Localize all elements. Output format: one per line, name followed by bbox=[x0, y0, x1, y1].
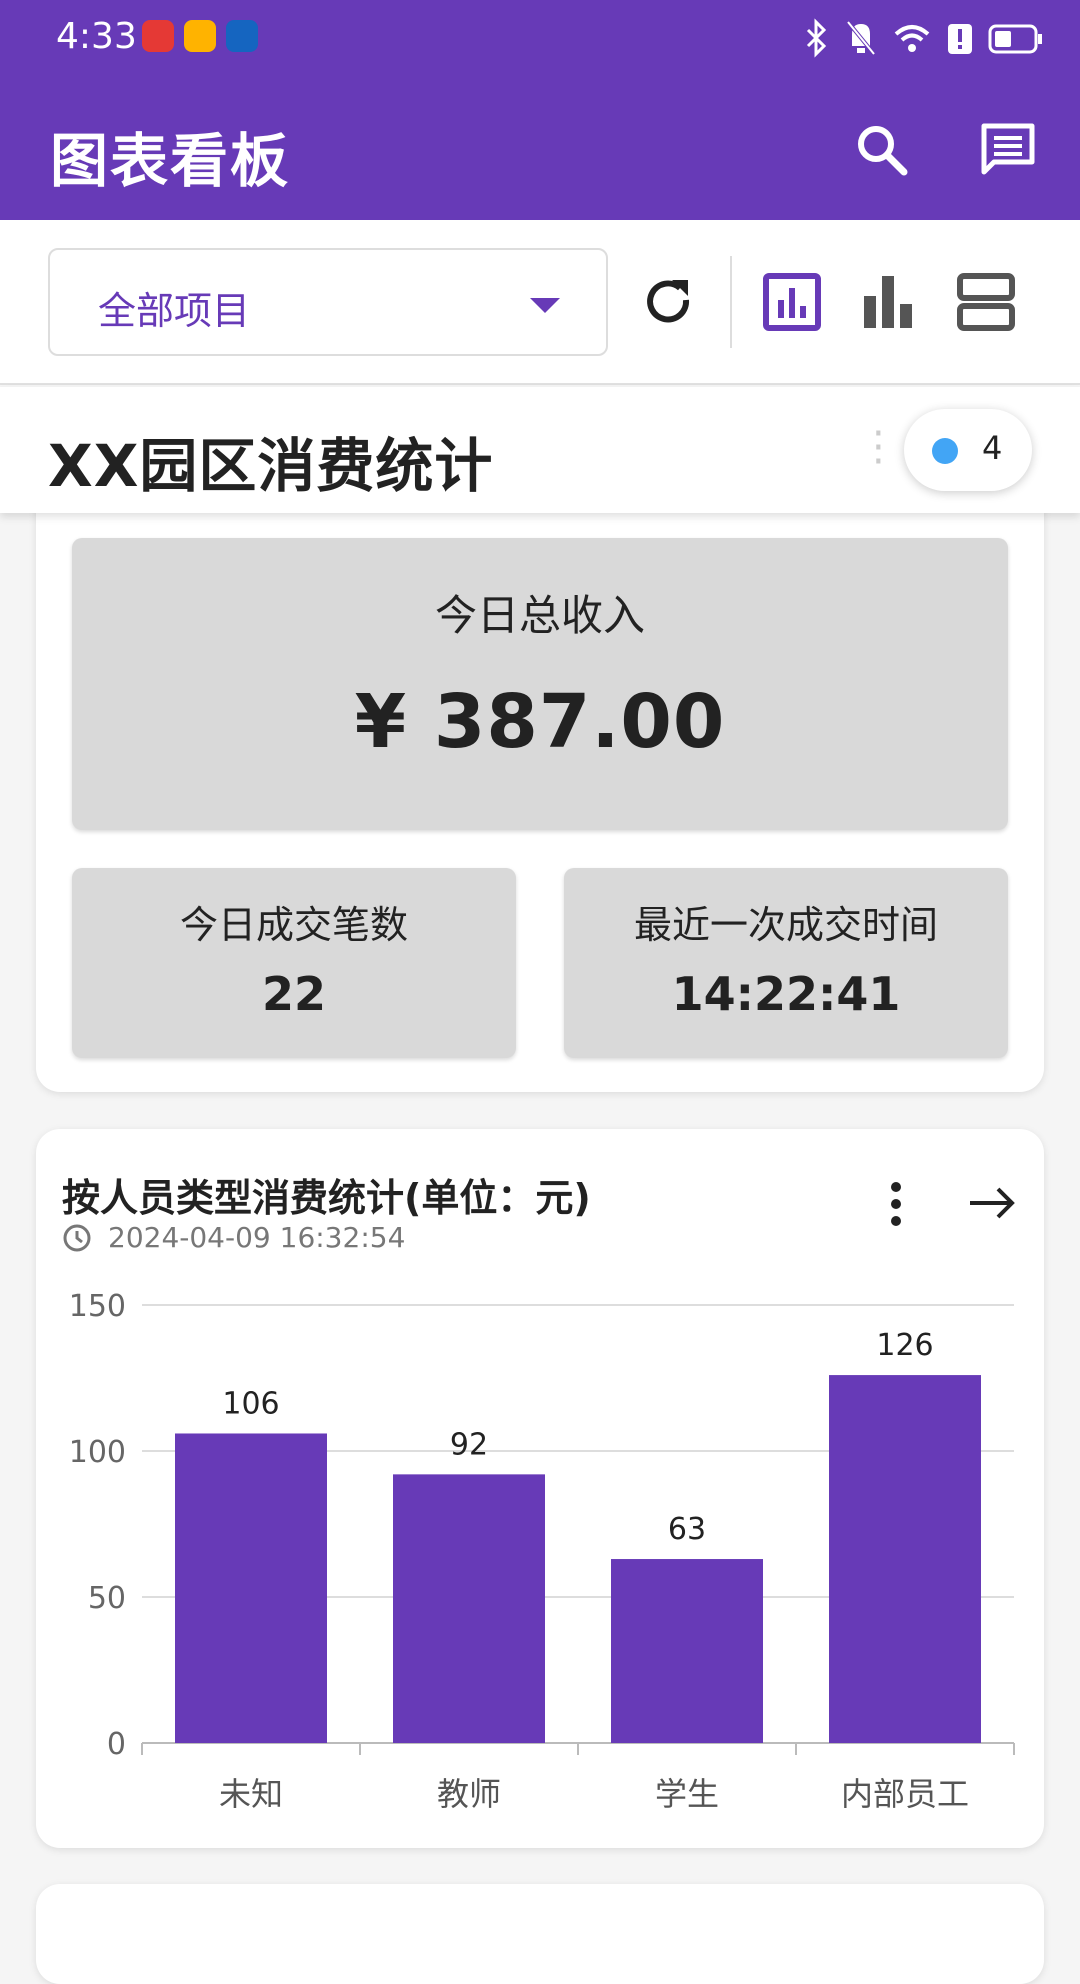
total-income-value: ¥ 387.00 bbox=[354, 679, 726, 765]
bar bbox=[611, 1559, 763, 1743]
battery-icon bbox=[988, 24, 1042, 54]
last-transaction-value: 14:22:41 bbox=[671, 967, 901, 1021]
badge-count: 4 bbox=[982, 429, 1003, 467]
y-tick-label: 0 bbox=[107, 1727, 126, 1762]
bar bbox=[175, 1433, 327, 1743]
bulb-app-icon bbox=[226, 20, 258, 52]
more-icon-faded: · · · bbox=[872, 411, 885, 485]
message-icon[interactable] bbox=[978, 120, 1038, 180]
y-tick-label: 150 bbox=[69, 1289, 126, 1324]
chart-view-icon[interactable] bbox=[760, 270, 824, 334]
bluetooth-icon bbox=[806, 18, 827, 58]
wifi-icon bbox=[894, 25, 930, 52]
bar-value-label: 92 bbox=[450, 1427, 488, 1462]
last-transaction-box: 最近一次成交时间 14:22:41 bbox=[564, 868, 1008, 1058]
alert-icon bbox=[948, 24, 972, 54]
bar-value-label: 106 bbox=[222, 1386, 279, 1421]
chart-card: 按人员类型消费统计(单位：元) 2024-04-09 16:32:54 0 50 1… bbox=[36, 1129, 1044, 1848]
list-view-icon[interactable] bbox=[954, 270, 1018, 334]
caret-down-icon bbox=[530, 298, 560, 313]
bell-muted-icon bbox=[846, 20, 876, 56]
status-time: 4:33 bbox=[56, 16, 137, 57]
bar-value-label: 126 bbox=[876, 1328, 933, 1363]
refresh-icon[interactable] bbox=[636, 270, 700, 334]
filter-toolbar: 全部项目 bbox=[0, 220, 1080, 385]
total-income-label: 今日总收入 bbox=[434, 591, 645, 640]
transaction-count-value: 22 bbox=[261, 967, 326, 1021]
floating-badge[interactable]: 4 bbox=[904, 409, 1032, 491]
park-title: XX园区消费统计 bbox=[48, 432, 494, 500]
bar-chart-icon[interactable] bbox=[856, 270, 920, 334]
project-select-value: 全部项目 bbox=[98, 289, 251, 333]
sticky-header: XX园区消费统计 · · · 4 bbox=[0, 387, 1080, 513]
status-bar: 4:33 bbox=[0, 0, 1080, 80]
last-transaction-label: 最近一次成交时间 bbox=[633, 903, 938, 947]
yellow-app-icon bbox=[184, 20, 216, 52]
summary-card: 今日总收入 ¥ 387.00 今日成交笔数 22 最近一次成交时间 14:22:… bbox=[36, 420, 1044, 1092]
blue-dot-icon bbox=[932, 438, 958, 464]
transaction-count-box: 今日成交笔数 22 bbox=[72, 868, 516, 1058]
x-category-label: 学生 bbox=[655, 1775, 719, 1813]
app-bar: 图表看板 bbox=[0, 80, 1080, 220]
x-category-label: 未知 bbox=[219, 1775, 283, 1813]
total-income-box: 今日总收入 ¥ 387.00 bbox=[72, 538, 1008, 830]
huawei-store-icon bbox=[142, 20, 174, 52]
toolbar-divider bbox=[730, 256, 732, 348]
bar bbox=[829, 1375, 981, 1743]
x-category-label: 内部员工 bbox=[841, 1775, 969, 1813]
bar bbox=[393, 1474, 545, 1743]
bar-value-label: 63 bbox=[668, 1512, 706, 1547]
y-tick-label: 100 bbox=[69, 1435, 126, 1470]
search-icon[interactable] bbox=[852, 120, 912, 180]
bar-chart: 0 50 100 150 106 未知 92 教师 63 学生 126 内部员工 bbox=[69, 1289, 1015, 1813]
transaction-count-label: 今日成交笔数 bbox=[179, 903, 408, 947]
project-select[interactable]: 全部项目 bbox=[48, 248, 608, 356]
next-card bbox=[36, 1884, 1044, 1984]
app-title: 图表看板 bbox=[50, 127, 291, 195]
x-category-label: 教师 bbox=[437, 1775, 501, 1813]
y-tick-label: 50 bbox=[88, 1581, 126, 1616]
